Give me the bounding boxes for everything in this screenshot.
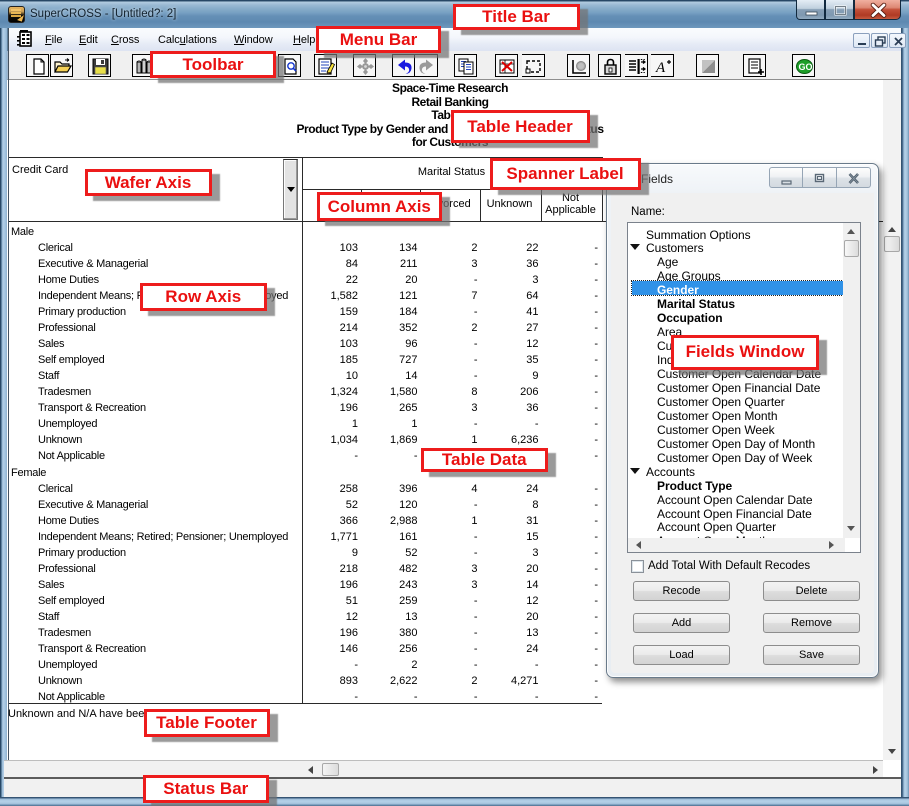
svg-text:GO: GO <box>799 62 813 72</box>
svg-text:A: A <box>655 60 666 76</box>
